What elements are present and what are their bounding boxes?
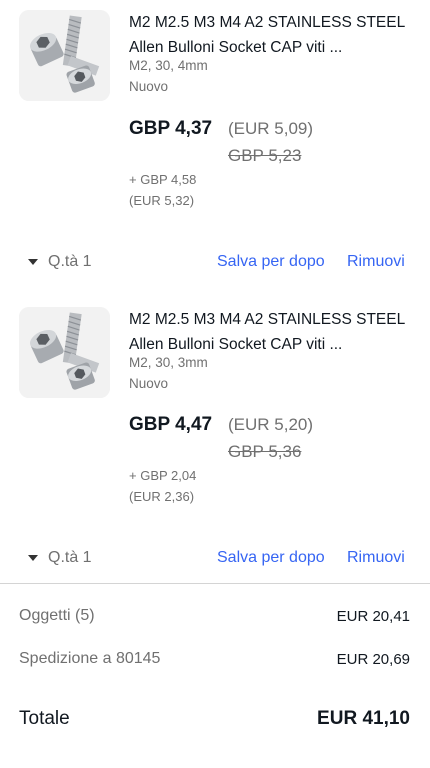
remove-link[interactable]: Rimuovi xyxy=(347,549,405,567)
caret-down-icon xyxy=(28,259,38,265)
item-variant: M2, 30, 3mm xyxy=(129,355,208,370)
save-for-later-link[interactable]: Salva per dopo xyxy=(217,253,325,271)
item-shipping-converted: (EUR 2,36) xyxy=(129,489,195,504)
item-price: GBP 4,47 xyxy=(129,414,213,435)
shipping-value: EUR 20,69 xyxy=(336,651,410,668)
socket-cap-screw-icon xyxy=(19,10,110,101)
product-image[interactable] xyxy=(19,307,110,398)
quantity-dropdown[interactable]: Q.tà 1 xyxy=(28,549,92,567)
item-condition: Nuovo xyxy=(129,79,169,94)
quantity-label: Q.tà 1 xyxy=(48,253,92,270)
shipping-label: Spedizione a 80145 xyxy=(19,650,161,667)
quantity-dropdown[interactable]: Q.tà 1 xyxy=(28,253,92,271)
item-price-converted: (EUR 5,09) xyxy=(228,119,314,138)
remove-link[interactable]: Rimuovi xyxy=(347,253,405,271)
quantity-label: Q.tà 1 xyxy=(48,549,92,566)
item-shipping: + GBP 2,04 xyxy=(129,468,197,483)
caret-down-icon xyxy=(28,555,38,561)
items-subtotal-value: EUR 20,41 xyxy=(336,608,410,625)
item-variant: M2, 30, 4mm xyxy=(129,58,208,73)
socket-cap-screw-icon xyxy=(19,307,110,398)
item-price-converted: (EUR 5,20) xyxy=(228,415,314,434)
item-title[interactable]: M2 M2.5 M3 M4 A2 STAINLESS STEEL Allen B… xyxy=(129,10,419,60)
item-shipping-converted: (EUR 5,32) xyxy=(129,193,195,208)
item-title[interactable]: M2 M2.5 M3 M4 A2 STAINLESS STEEL Allen B… xyxy=(129,307,419,357)
item-price: GBP 4,37 xyxy=(129,118,213,139)
item-original-price: GBP 5,23 xyxy=(228,146,302,165)
item-shipping: + GBP 4,58 xyxy=(129,172,197,187)
item-original-price: GBP 5,36 xyxy=(228,442,302,461)
save-for-later-link[interactable]: Salva per dopo xyxy=(217,549,325,567)
total-label: Totale xyxy=(19,708,70,729)
total-value: EUR 41,10 xyxy=(317,708,410,729)
items-count-label: Oggetti (5) xyxy=(19,607,95,624)
item-condition: Nuovo xyxy=(129,376,169,391)
product-image[interactable] xyxy=(19,10,110,101)
section-divider xyxy=(0,583,430,584)
